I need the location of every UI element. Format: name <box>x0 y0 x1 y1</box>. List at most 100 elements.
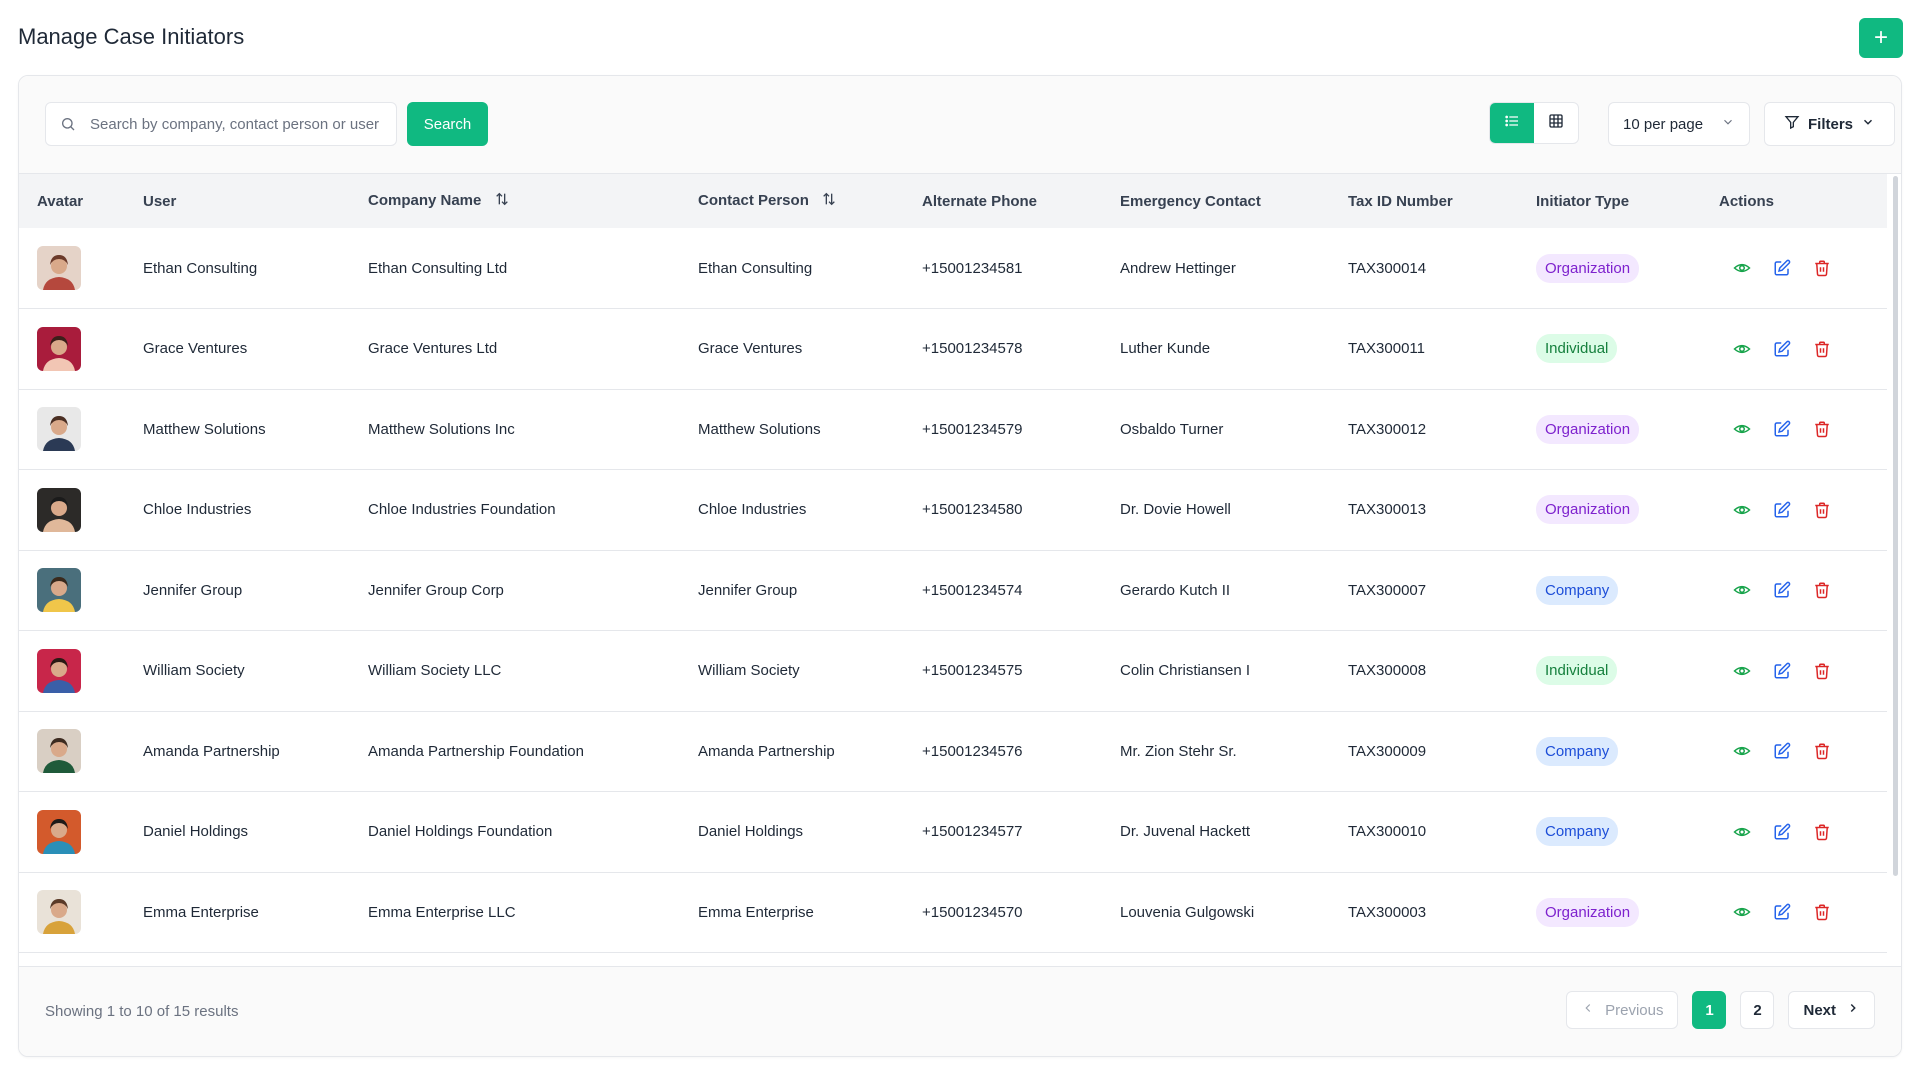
actions-cell <box>1701 631 1887 712</box>
emergency-contact-cell: Dr. Dovie Howell <box>1120 501 1231 519</box>
trash-icon[interactable] <box>1813 903 1831 921</box>
trash-icon[interactable] <box>1813 581 1831 599</box>
tax-id-cell: TAX300014 <box>1348 259 1427 277</box>
edit-icon[interactable] <box>1773 742 1791 760</box>
avatar <box>37 890 81 935</box>
avatar-cell <box>19 631 125 712</box>
initiator-type-cell: Individual <box>1518 309 1701 390</box>
trash-icon[interactable] <box>1813 823 1831 841</box>
eye-icon[interactable] <box>1733 823 1751 841</box>
emergency-contact-cell: Andrew Hettinger <box>1120 259 1236 277</box>
actions-cell <box>1701 792 1887 873</box>
edit-icon[interactable] <box>1773 903 1791 921</box>
tax-id-cell: TAX300003 <box>1348 903 1427 921</box>
user-cell: Daniel Holdings <box>143 823 249 841</box>
page-1-button[interactable]: 1 <box>1692 991 1727 1029</box>
table-row: Daniel Holdings Daniel Holdings Foundati… <box>19 792 1887 873</box>
header-contact-person[interactable]: Contact Person <box>680 174 904 228</box>
edit-icon[interactable] <box>1773 340 1791 358</box>
company-name-cell: William Society LLC <box>368 662 502 680</box>
initiator-type-cell: Organization <box>1518 228 1701 309</box>
page-2-button[interactable]: 2 <box>1740 991 1775 1029</box>
avatar <box>37 729 81 774</box>
trash-icon[interactable] <box>1813 340 1831 358</box>
eye-icon[interactable] <box>1733 420 1751 438</box>
per-page-select[interactable]: 10 per page <box>1608 102 1750 146</box>
eye-icon[interactable] <box>1733 501 1751 519</box>
header-company-label: Company Name <box>368 191 482 209</box>
actions-cell <box>1701 228 1887 309</box>
header-emergency-contact: Emergency Contact <box>1120 192 1261 210</box>
previous-page-button[interactable]: Previous <box>1566 991 1679 1029</box>
sort-icon[interactable] <box>821 191 837 211</box>
actions-cell <box>1701 470 1887 551</box>
list-view-button[interactable] <box>1490 103 1534 143</box>
avatar <box>37 246 81 290</box>
search-input[interactable] <box>90 115 396 133</box>
avatar <box>37 487 81 532</box>
trash-icon[interactable] <box>1813 420 1831 438</box>
initiator-type-badge: Organization <box>1536 253 1640 283</box>
company-name-cell: Chloe Industries Foundation <box>368 501 556 519</box>
next-page-button[interactable]: Next <box>1788 991 1875 1029</box>
user-cell: Amanda Partnership <box>143 742 280 760</box>
eye-icon[interactable] <box>1733 340 1751 358</box>
search-icon <box>60 115 78 133</box>
eye-icon[interactable] <box>1733 903 1751 921</box>
view-toggle <box>1489 102 1579 144</box>
header-company-name[interactable]: Company Name <box>350 174 680 228</box>
search-box <box>45 102 397 146</box>
edit-icon[interactable] <box>1773 581 1791 599</box>
emergency-contact-cell: Dr. Juvenal Hackett <box>1120 823 1251 841</box>
search-button[interactable]: Search <box>407 102 488 146</box>
edit-icon[interactable] <box>1773 823 1791 841</box>
add-initiator-button[interactable]: + <box>1859 18 1903 58</box>
avatar-cell <box>19 550 125 631</box>
eye-icon[interactable] <box>1733 259 1751 277</box>
results-summary: Showing 1 to 10 of 15 results <box>45 1003 239 1020</box>
company-name-cell: Daniel Holdings Foundation <box>368 823 553 841</box>
initiator-type-badge: Organization <box>1536 897 1640 927</box>
sort-icon[interactable] <box>494 191 510 211</box>
edit-icon[interactable] <box>1773 662 1791 680</box>
contact-person-cell: Chloe Industries <box>698 501 807 519</box>
initiator-type-cell: Organization <box>1518 389 1701 470</box>
avatar-cell <box>19 389 125 470</box>
eye-icon[interactable] <box>1733 662 1751 680</box>
tax-id-cell: TAX300009 <box>1348 742 1427 760</box>
edit-icon[interactable] <box>1773 501 1791 519</box>
avatar-cell <box>19 872 125 953</box>
initiators-card: Search 10 per page Filters <box>18 75 1902 1057</box>
initiator-type-badge: Company <box>1536 817 1619 847</box>
chevron-right-icon <box>1846 1001 1860 1019</box>
eye-icon[interactable] <box>1733 581 1751 599</box>
avatar <box>37 326 81 371</box>
chevron-down-icon <box>1861 115 1875 133</box>
tax-id-cell: TAX300013 <box>1348 501 1427 519</box>
scrollbar-thumb[interactable] <box>1893 176 1898 876</box>
trash-icon[interactable] <box>1813 662 1831 680</box>
eye-icon[interactable] <box>1733 742 1751 760</box>
filters-button[interactable]: Filters <box>1764 102 1895 146</box>
vertical-scrollbar[interactable] <box>1891 176 1899 964</box>
trash-icon[interactable] <box>1813 259 1831 277</box>
filters-label: Filters <box>1807 115 1853 133</box>
edit-icon[interactable] <box>1773 420 1791 438</box>
avatar-cell <box>19 309 125 390</box>
edit-icon[interactable] <box>1773 259 1791 277</box>
toolbar: Search 10 per page Filters <box>19 76 1901 174</box>
tax-id-cell: TAX300012 <box>1348 420 1427 438</box>
trash-icon[interactable] <box>1813 742 1831 760</box>
company-name-cell: Emma Enterprise LLC <box>368 903 516 921</box>
grid-view-button[interactable] <box>1534 103 1578 143</box>
user-cell: Matthew Solutions <box>143 420 266 438</box>
initiator-type-badge: Company <box>1536 736 1619 766</box>
table-row: Chloe Industries Chloe Industries Founda… <box>19 470 1887 551</box>
initiator-type-badge: Individual <box>1536 334 1618 364</box>
tax-id-cell: TAX300011 <box>1348 340 1425 358</box>
user-cell: Chloe Industries <box>143 501 252 519</box>
initiator-type-badge: Organization <box>1536 414 1640 444</box>
emergency-contact-cell: Louvenia Gulgowski <box>1120 903 1255 921</box>
trash-icon[interactable] <box>1813 501 1831 519</box>
pagination: Previous 1 2 Next <box>1566 991 1875 1029</box>
